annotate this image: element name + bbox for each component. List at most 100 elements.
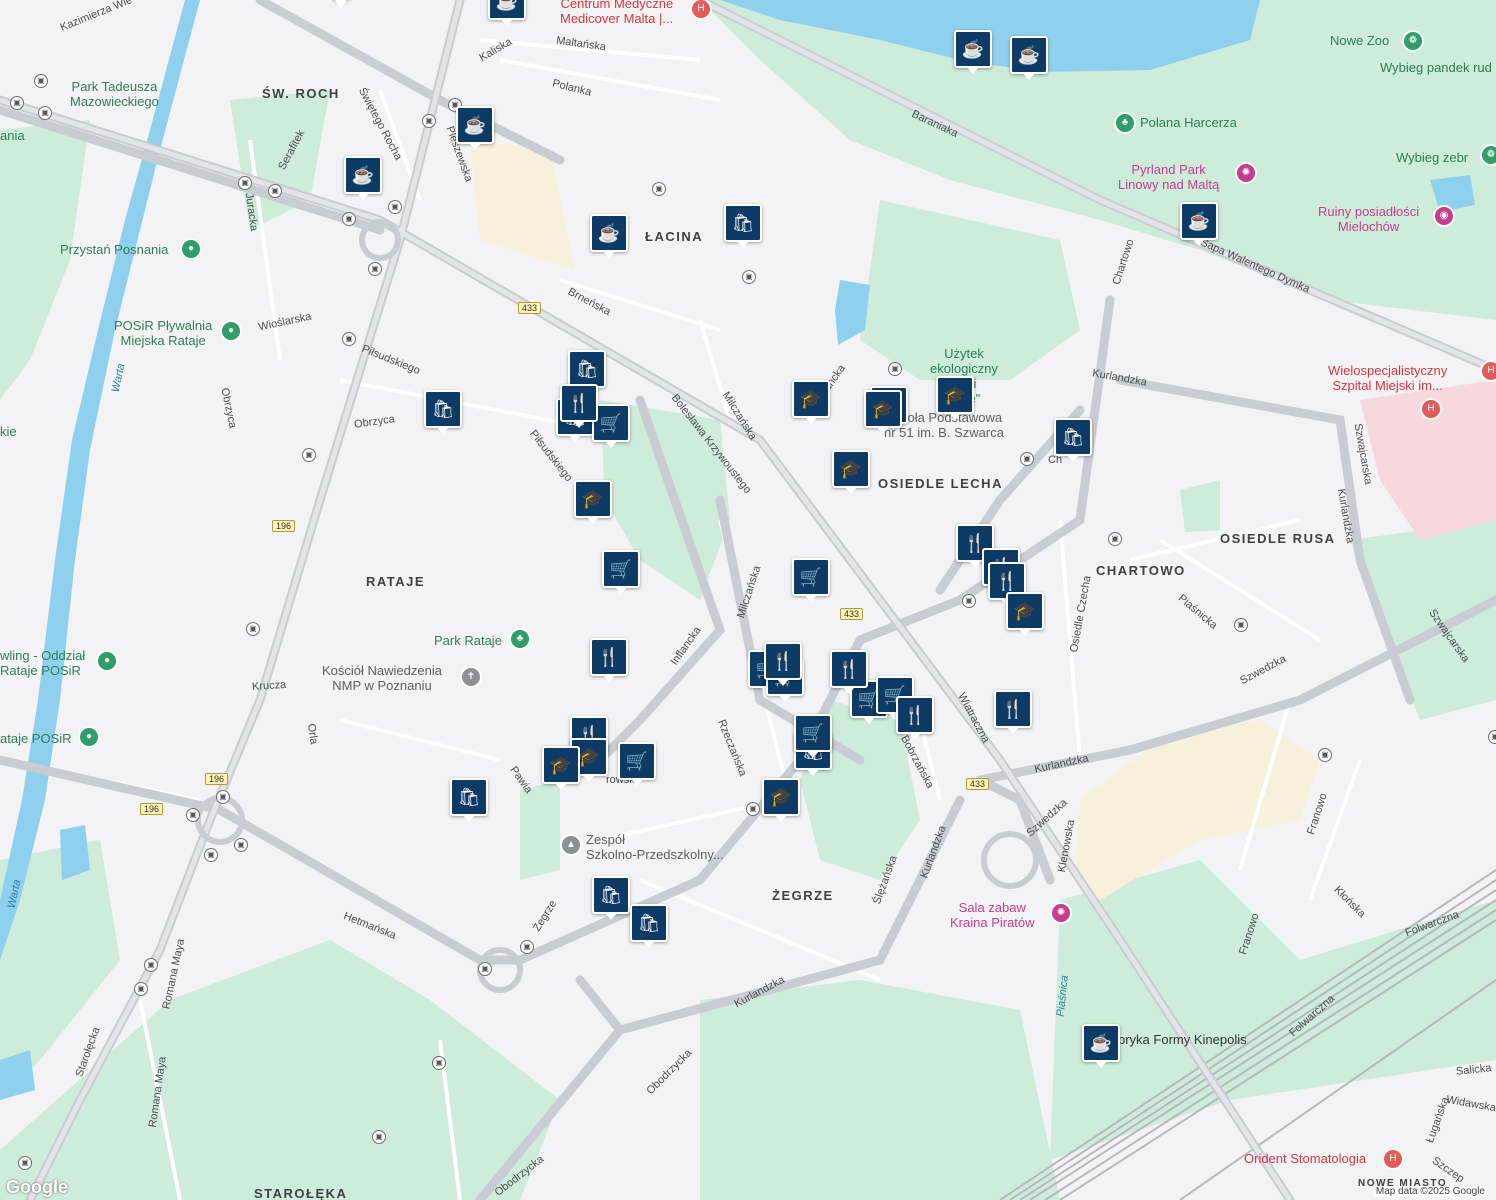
poi-label[interactable]: Park Rataje — [434, 633, 502, 648]
hospital-icon[interactable]: H — [1480, 360, 1496, 382]
camera-icon[interactable]: ◉ — [1433, 205, 1455, 227]
transit-stop-icon[interactable]: ▣ — [342, 332, 356, 346]
poi-label[interactable]: Pyrland Park Linowy nad Maltą — [1118, 162, 1219, 192]
transit-stop-icon[interactable]: ▣ — [302, 448, 316, 462]
poi-label[interactable]: Ruiny posiadłości Mielochów — [1318, 204, 1419, 234]
school-marker[interactable]: 🎓 — [792, 380, 830, 424]
transit-stop-icon[interactable]: ▣ — [144, 958, 158, 972]
poi-label[interactable]: Kościół Nawiedzenia NMP w Poznaniu — [322, 663, 442, 693]
poi-label[interactable]: Przystań Posnania — [60, 242, 168, 257]
grocery-marker[interactable]: 🛒 — [792, 558, 830, 602]
grocery-marker[interactable]: 🛒 — [602, 550, 640, 594]
restaurant-marker[interactable]: 🍴 — [764, 642, 802, 686]
restaurant-marker[interactable]: 🍴 — [896, 696, 934, 740]
pool-icon[interactable]: ● — [220, 320, 242, 342]
transit-stop-icon[interactable]: ▣ — [746, 802, 760, 816]
school-icon[interactable]: ▲ — [560, 834, 582, 856]
cafe-marker[interactable]: ☕ — [488, 0, 526, 26]
bowling-icon[interactable]: ● — [96, 650, 118, 672]
transit-stop-icon[interactable]: ▣ — [742, 270, 756, 284]
restaurant-marker[interactable]: 🍴 — [560, 384, 598, 428]
transit-stop-icon[interactable]: ▣ — [342, 212, 356, 226]
grocery-marker[interactable]: 🛒 — [794, 714, 832, 758]
transit-stop-icon[interactable]: ▣ — [1318, 748, 1332, 762]
dental-icon[interactable]: H — [1382, 1148, 1404, 1170]
poi-label[interactable]: Polana Harcerza — [1140, 115, 1237, 130]
shop-marker[interactable]: 🛍 — [592, 876, 630, 920]
transit-stop-icon[interactable]: ▣ — [422, 114, 436, 128]
restaurant-marker[interactable]: 🍴 — [994, 690, 1032, 734]
transit-stop-icon[interactable]: ▣ — [246, 622, 260, 636]
cafe-marker[interactable]: ☕ — [1082, 1024, 1120, 1068]
park-icon[interactable]: ● — [180, 238, 202, 260]
shop-marker[interactable]: 🛍 — [1054, 418, 1092, 462]
cafe-marker[interactable]: ☕ — [590, 214, 628, 258]
transit-stop-icon[interactable]: ▣ — [18, 1156, 32, 1170]
poi-label[interactable]: Nowe Zoo — [1330, 33, 1389, 48]
zoo-icon[interactable]: ❁ — [1480, 144, 1496, 166]
poi-label[interactable]: POSiR Pływalnia Miejska Rataje — [114, 318, 212, 348]
transit-stop-icon[interactable]: ▣ — [962, 594, 976, 608]
poi-label[interactable]: ataje POSiR — [0, 731, 72, 746]
school-marker[interactable]: 🎓 — [542, 746, 580, 790]
shop-marker[interactable]: 🛍 — [450, 778, 488, 822]
cafe-marker[interactable]: ☕ — [954, 30, 992, 74]
transit-stop-icon[interactable]: ▣ — [1108, 532, 1122, 546]
poi-label[interactable]: Wybieg zebr — [1396, 150, 1468, 165]
poi-label[interactable]: Centrum Medyczne Medicover Malta |... — [560, 0, 673, 26]
poi-label[interactable]: bryka Formy Kinepolis — [1118, 1032, 1247, 1047]
transit-stop-icon[interactable]: ▣ — [432, 1056, 446, 1070]
poi-label[interactable]: Zespół Szkolno-Przedszkolny... — [586, 832, 724, 862]
poi-label[interactable]: Wybieg pandek rud — [1380, 60, 1492, 75]
school-marker[interactable]: 🎓 — [574, 480, 612, 524]
transit-stop-icon[interactable]: ▣ — [888, 362, 902, 376]
transit-stop-icon[interactable]: ▣ — [520, 940, 534, 954]
poi-label[interactable]: Sala zabaw Kraina Piratów — [950, 900, 1035, 930]
grocery-marker[interactable]: 🛒 — [618, 742, 656, 786]
transit-stop-icon[interactable]: ▣ — [134, 982, 148, 996]
tree-icon[interactable]: ♣ — [509, 628, 531, 650]
cafe-marker[interactable]: ☕ — [1010, 36, 1048, 80]
transit-stop-icon[interactable]: ▣ — [216, 790, 230, 804]
poi-label[interactable]: Wielospecjalistyczny Szpital Miejski im.… — [1328, 363, 1447, 393]
transit-stop-icon[interactable]: ▣ — [234, 838, 248, 852]
transit-stop-icon[interactable]: ▣ — [38, 106, 52, 120]
transit-stop-icon[interactable]: ▣ — [34, 74, 48, 88]
poi-label[interactable]: Orident Stomatologia — [1244, 1151, 1366, 1166]
transit-stop-icon[interactable]: ▣ — [238, 176, 252, 190]
transit-stop-icon[interactable]: ▣ — [388, 200, 402, 214]
shop-marker[interactable]: 🛍 — [724, 204, 762, 248]
school-marker[interactable]: 🎓 — [762, 778, 800, 822]
restaurant-marker[interactable]: 🍴 — [590, 638, 628, 682]
shop-marker[interactable]: 🛍 — [568, 350, 606, 394]
tree-icon[interactable]: ♣ — [1114, 112, 1136, 134]
cafe-marker[interactable]: ☕ — [344, 156, 382, 200]
school-marker[interactable]: 🎓 — [936, 376, 974, 420]
school-marker[interactable]: 🎓 — [832, 450, 870, 494]
cafe-marker[interactable]: ☕ — [456, 106, 494, 150]
transit-stop-icon[interactable]: ▣ — [368, 262, 382, 276]
transit-stop-icon[interactable]: ▣ — [1488, 730, 1496, 744]
transit-stop-icon[interactable]: ▣ — [372, 1130, 386, 1144]
hospital-icon[interactable]: H — [1420, 398, 1442, 420]
transit-stop-icon[interactable]: ▣ — [652, 182, 666, 196]
amusement-icon[interactable]: ✺ — [1235, 162, 1257, 184]
transit-stop-icon[interactable]: ▣ — [204, 848, 218, 862]
pool-icon[interactable]: ● — [78, 726, 100, 748]
cafe-marker[interactable]: ☕ — [1180, 202, 1218, 246]
poi-label[interactable]: Park Tadeusza Mazowieckiego — [70, 79, 159, 109]
church-icon[interactable]: ✝ — [460, 666, 482, 688]
transit-stop-icon[interactable]: ▣ — [186, 808, 200, 822]
transit-stop-icon[interactable]: ▣ — [478, 962, 492, 976]
poi-label[interactable]: kie — [0, 424, 17, 439]
shop-marker[interactable]: 🛍 — [424, 390, 462, 434]
restaurant-marker[interactable]: 🍴 — [830, 650, 868, 694]
transit-stop-icon[interactable]: ▣ — [1020, 452, 1034, 466]
transit-stop-icon[interactable]: ▣ — [1234, 618, 1248, 632]
school-marker[interactable]: 🎓 — [864, 390, 902, 434]
transit-stop-icon[interactable]: ▣ — [268, 184, 282, 198]
poi-label[interactable]: wling - Oddział Rataje POSiR — [0, 648, 85, 678]
shop-marker[interactable]: 🛍 — [630, 904, 668, 948]
transit-stop-icon[interactable]: ▣ — [10, 96, 24, 110]
poi-label[interactable]: ania — [0, 128, 25, 143]
